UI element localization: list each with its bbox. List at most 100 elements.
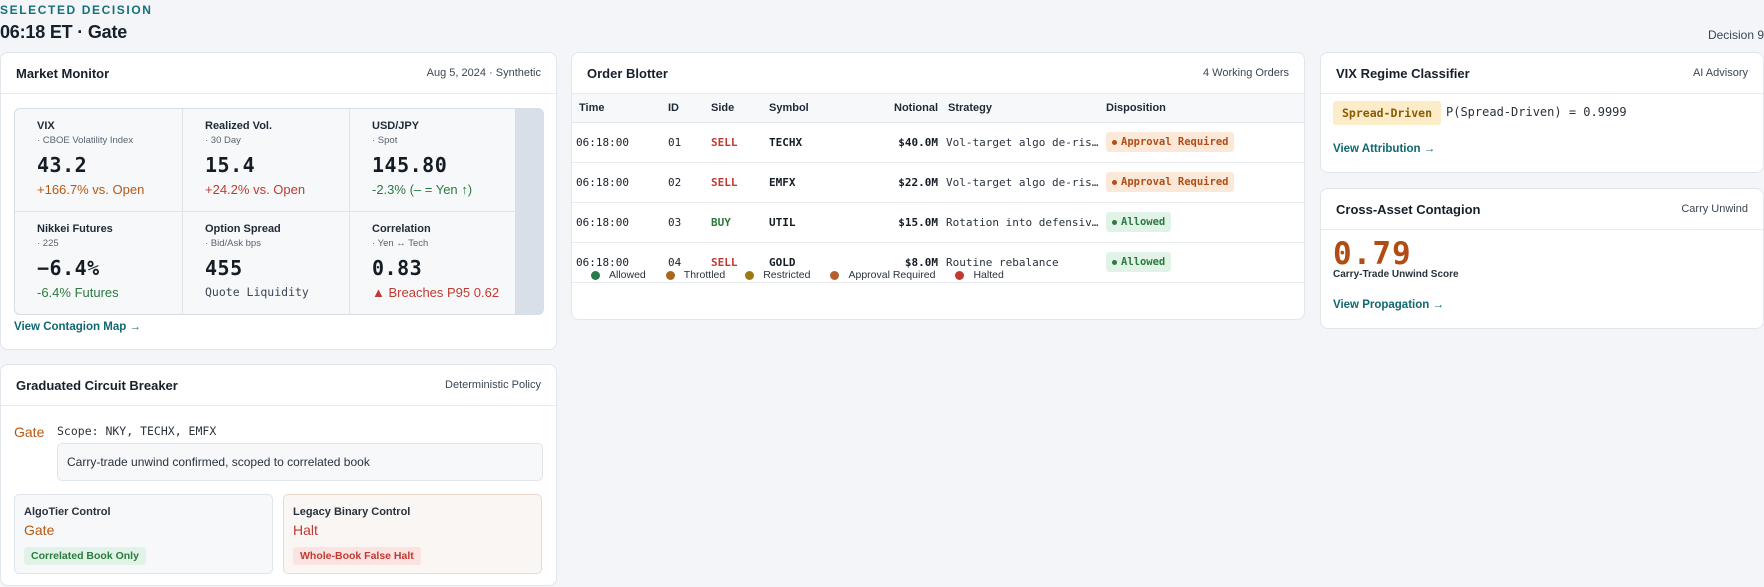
regime-probability: P(Spread-Driven) = 0.9999	[1446, 105, 1627, 119]
col-id: ID	[668, 94, 711, 123]
table-row[interactable]: 06:18:00 01 SELL TECHX $40.0M Vol-target algo…	[572, 122, 1304, 163]
order-time: 06:18:00	[572, 162, 668, 203]
breaker-scope: Scope: NKY, TECHX, EMFX	[57, 424, 217, 438]
order-blotter-card: Order Blotter 4 Working Orders Time ID S…	[571, 52, 1305, 320]
disposition-label: Allowed	[1121, 216, 1166, 228]
metric-tile: Option Spread · Bid/Ask bps 455 Quote Liqui…	[183, 212, 350, 315]
status-dot	[1112, 219, 1117, 225]
col-disposition: Disposition	[1106, 94, 1304, 123]
legacy-value: Halt	[293, 522, 318, 538]
col-side: Side	[711, 94, 769, 123]
view-attribution-link[interactable]: View Attribution →	[1333, 143, 1435, 155]
legend-label: Restricted	[763, 269, 811, 281]
order-notional: $40.0M	[849, 122, 938, 163]
view-contagion-map-link[interactable]: View Contagion Map →	[14, 321, 141, 333]
metric-change: +166.7% vs. Open	[37, 182, 145, 197]
metric-sublabel: · CBOE Volatility Index	[37, 135, 134, 146]
legend-item: Approval Required	[830, 269, 935, 281]
metric-label: Correlation	[372, 223, 431, 235]
order-table: Time ID Side Symbol Notional Strategy Di…	[572, 94, 1304, 283]
metric-sublabel: · 30 Day	[205, 135, 241, 146]
metric-sublabel: · Spot	[372, 135, 398, 146]
order-blotter-title: Order Blotter	[587, 65, 668, 81]
legend-dot-icon	[591, 270, 600, 280]
circuit-breaker-meta: Deterministic Policy	[445, 379, 541, 391]
view-propagation-link[interactable]: View Propagation →	[1333, 299, 1444, 311]
legend-item: Halted	[955, 269, 1004, 281]
decision-label: Decision 9	[1707, 28, 1764, 42]
algotier-pill: Correlated Book Only	[24, 547, 146, 565]
metric-value: 43.2	[37, 153, 88, 177]
metric-tile: USD/JPY · Spot 145.80 -2.3% (– = Yen ↑)	[350, 109, 517, 212]
table-header-row: Time ID Side Symbol Notional Strategy Di…	[572, 94, 1304, 123]
order-strategy: Vol-target algo de-risking	[946, 135, 1104, 149]
legacy-pill: Whole-Book False Halt	[293, 547, 421, 565]
order-symbol: UTIL	[769, 202, 849, 243]
legend-dot-icon	[665, 270, 675, 280]
market-tiles: VIX · CBOE Volatility Index 43.2 +166.7% vs…	[14, 108, 544, 315]
status-dot	[1112, 139, 1117, 145]
legend-item: Throttled	[665, 269, 726, 281]
disposition-label: Approval Required	[1121, 136, 1229, 148]
table-row[interactable]: 06:18:00 02 SELL EMFX $22.0M Vol-target algo …	[572, 162, 1304, 203]
contagion-meta: Carry Unwind	[1681, 203, 1748, 215]
algotier-title: AlgoTier Control	[24, 506, 111, 518]
contagion-title: Cross-Asset Contagion	[1336, 201, 1481, 217]
col-strategy: Strategy	[938, 94, 1106, 123]
legend-label: Allowed	[609, 269, 646, 281]
table-row[interactable]: 06:18:00 03 BUY UTIL $15.0M Rotation into def…	[572, 202, 1304, 243]
breaker-state: Gate	[14, 424, 45, 440]
market-monitor-meta: Aug 5, 2024 · Synthetic	[426, 67, 541, 79]
metric-label: Realized Vol.	[205, 120, 273, 132]
breaker-message: Carry-trade unwind confirmed, scoped to …	[57, 443, 543, 481]
contagion-score: 0.79	[1333, 236, 1412, 272]
order-notional: $15.0M	[849, 202, 938, 243]
metric-label: Nikkei Futures	[37, 223, 113, 235]
regime-badge: Spread-Driven	[1333, 101, 1442, 125]
vix-regime-title: VIX Regime Classifier	[1336, 65, 1470, 81]
legend-item: Restricted	[745, 269, 810, 281]
col-time: Time	[572, 94, 668, 123]
order-blotter-meta: 4 Working Orders	[1203, 67, 1289, 79]
legend-label: Approval Required	[848, 269, 936, 281]
order-side: SELL	[711, 162, 769, 203]
metric-value: 455	[205, 256, 243, 280]
disposition-badge: Allowed	[1106, 252, 1172, 272]
metric-change: Quote Liquidity	[205, 285, 309, 299]
order-symbol: EMFX	[769, 162, 849, 203]
status-dot	[1112, 259, 1117, 265]
metric-sublabel: · 225	[37, 238, 59, 249]
disposition-badge: Allowed	[1106, 212, 1172, 232]
disposition-legend: Allowed Throttled Restricted Approval Requi…	[591, 269, 1004, 281]
metric-change: -2.3% (– = Yen ↑)	[372, 182, 473, 197]
algotier-control: AlgoTier Control Gate Correlated Book On…	[14, 494, 273, 574]
metric-value: 15.4	[205, 153, 256, 177]
order-strategy: Routine rebalance	[946, 255, 1059, 269]
algotier-value: Gate	[24, 522, 55, 538]
eyebrow: SELECTED DECISION	[0, 3, 153, 17]
metric-sublabel: · Bid/Ask bps	[205, 238, 261, 249]
legacy-control: Legacy Binary Control Halt Whole-Book Fa…	[283, 494, 542, 574]
metric-change: -6.4% Futures	[37, 285, 119, 300]
market-monitor-card: Market Monitor Aug 5, 2024 · Synthetic V…	[0, 52, 557, 350]
order-side: SELL	[711, 122, 769, 163]
circuit-breaker-title: Graduated Circuit Breaker	[16, 377, 178, 393]
metric-value: 145.80	[372, 153, 448, 177]
legend-label: Throttled	[683, 269, 726, 281]
disposition-badge: Approval Required	[1106, 172, 1235, 192]
order-strategy: Rotation into defensives	[946, 215, 1104, 229]
metric-tile: Realized Vol. · 30 Day 15.4 +24.2% vs. Open	[183, 109, 350, 212]
order-symbol: TECHX	[769, 122, 849, 163]
contagion-score-label: Carry-Trade Unwind Score	[1333, 269, 1459, 280]
metric-label: Option Spread	[205, 223, 281, 235]
order-time: 06:18:00	[572, 122, 668, 163]
disposition-label: Approval Required	[1121, 176, 1229, 188]
vix-regime-meta: AI Advisory	[1692, 67, 1748, 79]
legend-dot-icon	[830, 270, 840, 280]
contagion-card: Cross-Asset Contagion Carry Unwind 0.79 …	[1320, 188, 1764, 329]
metric-tile: VIX · CBOE Volatility Index 43.2 +166.7% vs…	[15, 109, 183, 212]
metric-label: USD/JPY	[372, 120, 420, 132]
order-id: 02	[668, 162, 711, 203]
metric-tile: Correlation · Yen ↔ Tech 0.83 ▲ Breaches P9…	[350, 212, 517, 315]
order-strategy: Vol-target algo de-risking	[946, 175, 1104, 189]
